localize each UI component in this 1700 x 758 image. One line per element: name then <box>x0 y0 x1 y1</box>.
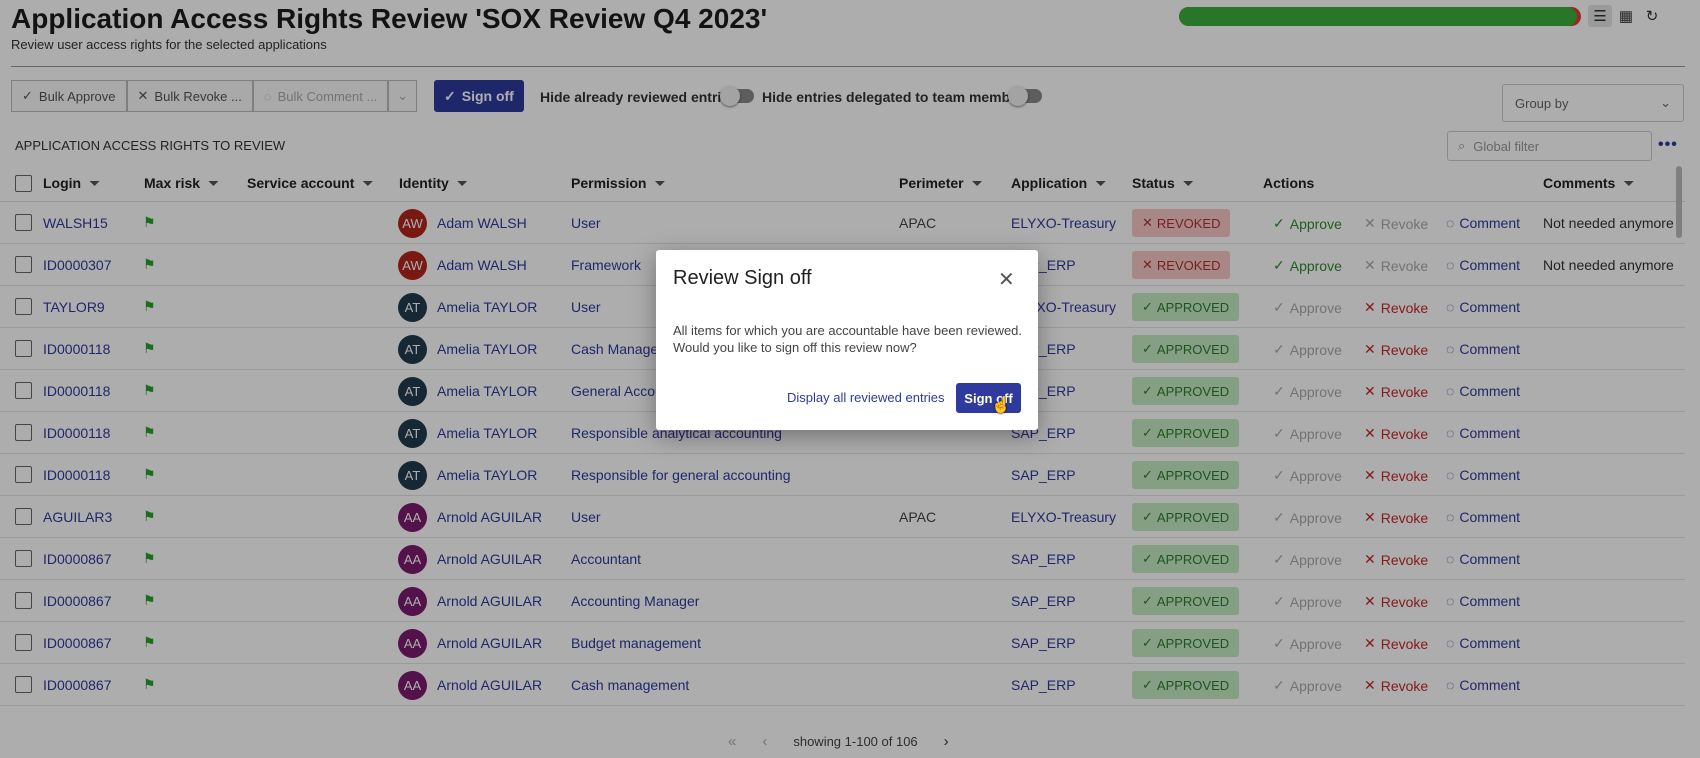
mouse-cursor-icon: ☝ <box>991 397 1011 414</box>
sign-off-dialog: Review Sign off ✕ All items for which yo… <box>656 250 1038 430</box>
dialog-title: Review Sign off <box>673 267 812 289</box>
dialog-message-line1: All items for which you are accountable … <box>673 323 1023 338</box>
display-reviewed-entries-link[interactable]: Display all reviewed entries <box>787 390 945 405</box>
close-icon[interactable]: ✕ <box>998 267 1015 292</box>
dialog-message: All items for which you are accountable … <box>673 322 1023 356</box>
dialog-message-line2: Would you like to sign off this review n… <box>673 340 917 355</box>
dialog-sign-off-button[interactable]: Sign off <box>956 383 1021 413</box>
